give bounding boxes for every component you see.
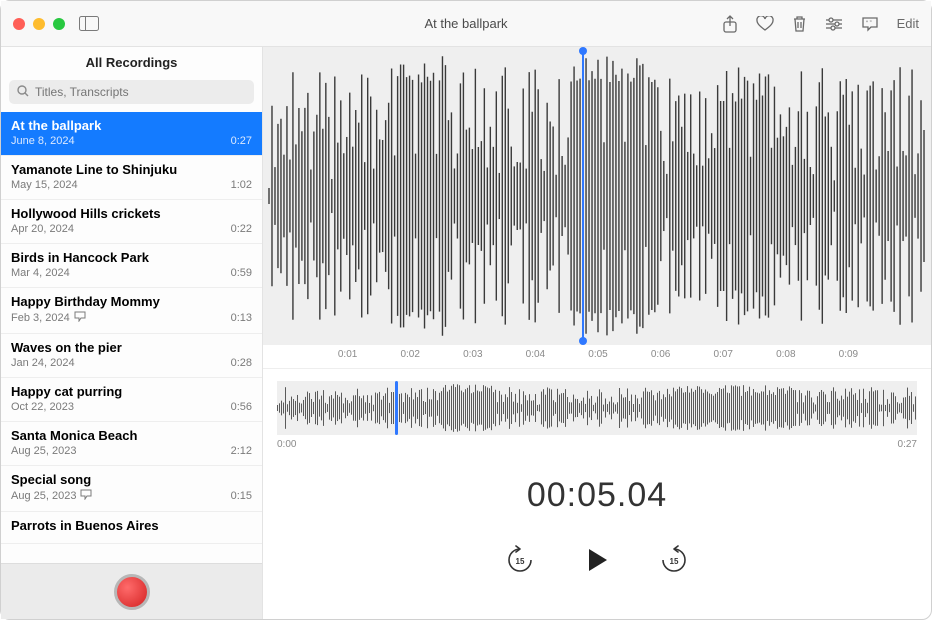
close-window-button[interactable] xyxy=(13,18,25,30)
svg-text:15: 15 xyxy=(670,557,679,566)
recording-title: Happy Birthday Mommy xyxy=(11,294,252,309)
recording-title: Waves on the pier xyxy=(11,340,252,355)
recordings-list: At the ballpark June 8, 2024 0:27 Yamanote … xyxy=(1,112,262,563)
ruler-tick: 0:05 xyxy=(588,349,607,360)
recording-title: Parrots in Buenos Aires xyxy=(11,518,252,533)
recording-title: Hollywood Hills crickets xyxy=(11,206,252,221)
sidebar: All Recordings At the ballpark June 8, 20… xyxy=(1,47,263,619)
overview-start-time: 0:00 xyxy=(277,439,296,450)
recording-duration: 0:56 xyxy=(231,401,252,413)
recording-title: Santa Monica Beach xyxy=(11,428,252,443)
recording-duration: 0:59 xyxy=(231,267,252,279)
recording-item[interactable]: Santa Monica Beach Aug 25, 2023 2:12 xyxy=(1,422,262,466)
timecode: 00:05.04 xyxy=(263,476,931,515)
window-controls xyxy=(13,18,65,30)
sidebar-header: All Recordings xyxy=(1,47,262,76)
recording-date: Mar 4, 2024 xyxy=(11,267,70,279)
recording-date: Aug 25, 2023 xyxy=(11,490,76,502)
ruler-tick: 0:07 xyxy=(713,349,732,360)
recording-date: Feb 3, 2024 xyxy=(11,312,70,324)
transcript-button[interactable]: “ ” xyxy=(861,16,879,32)
recording-title: Happy cat purring xyxy=(11,384,252,399)
waveform-main[interactable] xyxy=(263,47,931,345)
waveform-overview[interactable] xyxy=(277,381,917,435)
svg-text:15: 15 xyxy=(516,557,525,566)
recording-title: At the ballpark xyxy=(11,118,252,133)
main-panel: 0:01 0:02 0:03 0:04 0:05 0:06 0:07 0:08 0:09 0:0… xyxy=(263,47,931,619)
recording-title: Birds in Hancock Park xyxy=(11,250,252,265)
recording-item[interactable]: Yamanote Line to Shinjuku May 15, 2024 1:0… xyxy=(1,156,262,200)
share-button[interactable] xyxy=(722,15,738,33)
delete-button[interactable] xyxy=(792,15,807,32)
minimize-window-button[interactable] xyxy=(33,18,45,30)
recording-duration: 0:13 xyxy=(231,312,252,324)
recording-date: Jan 24, 2024 xyxy=(11,357,75,369)
recording-duration: 1:02 xyxy=(231,179,252,191)
recording-duration: 0:28 xyxy=(231,357,252,369)
recording-item[interactable]: Special song Aug 25, 2023 0:15 xyxy=(1,466,262,512)
overview-playhead[interactable] xyxy=(395,381,398,435)
zoom-window-button[interactable] xyxy=(53,18,65,30)
titlebar: At the ballpark “ ” Edit xyxy=(1,1,931,47)
recording-title: Yamanote Line to Shinjuku xyxy=(11,162,252,177)
settings-button[interactable] xyxy=(825,17,843,31)
record-bar xyxy=(1,563,262,619)
recording-item[interactable]: At the ballpark June 8, 2024 0:27 xyxy=(1,112,262,156)
recording-item[interactable]: Happy cat purring Oct 22, 2023 0:56 xyxy=(1,378,262,422)
recording-date: May 15, 2024 xyxy=(11,179,78,191)
skip-forward-button[interactable]: 15 xyxy=(659,545,689,575)
overview-end-time: 0:27 xyxy=(898,439,917,450)
recording-date: June 8, 2024 xyxy=(11,135,75,147)
recording-item[interactable]: Happy Birthday Mommy Feb 3, 2024 0:13 xyxy=(1,288,262,334)
recording-duration: 0:27 xyxy=(231,135,252,147)
favorite-button[interactable] xyxy=(756,16,774,32)
transcript-badge-icon xyxy=(74,311,86,325)
recording-title: Special song xyxy=(11,472,252,487)
recording-duration: 0:15 xyxy=(231,490,252,502)
recording-item[interactable]: Hollywood Hills crickets Apr 20, 2024 0:22 xyxy=(1,200,262,244)
ruler-tick: 0:08 xyxy=(776,349,795,360)
ruler-tick: 0:09 xyxy=(839,349,858,360)
svg-text:“ ”: “ ” xyxy=(866,21,872,27)
toggle-sidebar-button[interactable] xyxy=(79,16,99,31)
recording-item[interactable]: Birds in Hancock Park Mar 4, 2024 0:59 xyxy=(1,244,262,288)
recording-item[interactable]: Parrots in Buenos Aires xyxy=(1,512,262,544)
time-ruler: 0:01 0:02 0:03 0:04 0:05 0:06 0:07 0:08 0:09 xyxy=(263,345,931,369)
play-button[interactable] xyxy=(583,546,611,574)
ruler-tick: 0:06 xyxy=(651,349,670,360)
recording-duration: 0:22 xyxy=(231,223,252,235)
ruler-tick: 0:02 xyxy=(400,349,419,360)
window-title: At the ballpark xyxy=(424,16,507,31)
recording-item[interactable]: Waves on the pier Jan 24, 2024 0:28 xyxy=(1,334,262,378)
recording-date: Aug 25, 2023 xyxy=(11,445,76,457)
recording-date: Oct 22, 2023 xyxy=(11,401,74,413)
record-button[interactable] xyxy=(114,574,150,610)
recording-duration: 2:12 xyxy=(231,445,252,457)
transcript-badge-icon xyxy=(80,489,92,503)
ruler-tick: 0:03 xyxy=(463,349,482,360)
edit-button[interactable]: Edit xyxy=(897,16,919,31)
skip-back-button[interactable]: 15 xyxy=(505,545,535,575)
recording-date: Apr 20, 2024 xyxy=(11,223,74,235)
search-input[interactable] xyxy=(9,80,254,104)
ruler-tick: 0:04 xyxy=(526,349,545,360)
ruler-tick: 0:01 xyxy=(338,349,357,360)
playhead[interactable] xyxy=(582,51,584,341)
